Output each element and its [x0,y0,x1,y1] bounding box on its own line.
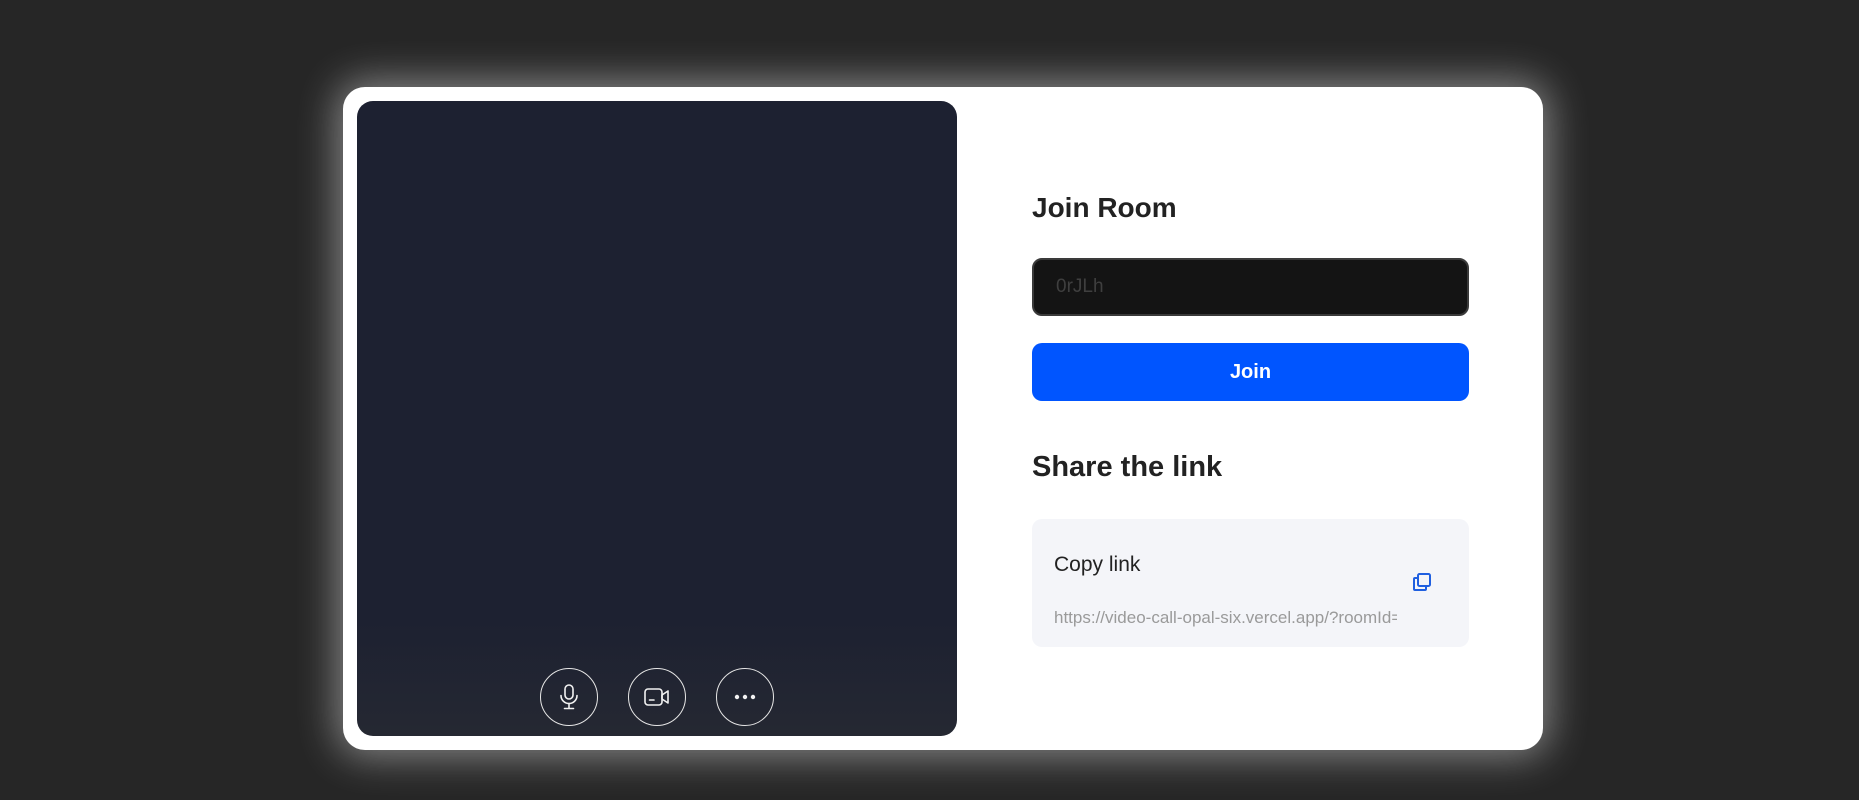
room-link-url: https://video-call-opal-six.vercel.app/?… [1054,608,1397,627]
room-id-input[interactable] [1032,258,1469,316]
copy-icon[interactable] [1410,570,1434,594]
copy-link-label: Copy link [1054,553,1141,576]
join-room-card: Join Room Join Share the link Copy link … [343,87,1543,750]
share-link-heading: Share the link [1032,451,1223,483]
video-preview [357,101,957,736]
join-room-heading: Join Room [1032,192,1177,223]
microphone-button[interactable] [540,668,598,726]
microphone-icon [560,684,578,710]
more-dots-icon [734,694,756,700]
video-camera-icon [644,688,669,706]
call-controls [357,668,957,726]
camera-button[interactable] [628,668,686,726]
join-button[interactable]: Join [1032,343,1469,401]
more-options-button[interactable] [716,668,774,726]
copy-link-box[interactable]: Copy link https://video-call-opal-six.ve… [1032,519,1469,647]
